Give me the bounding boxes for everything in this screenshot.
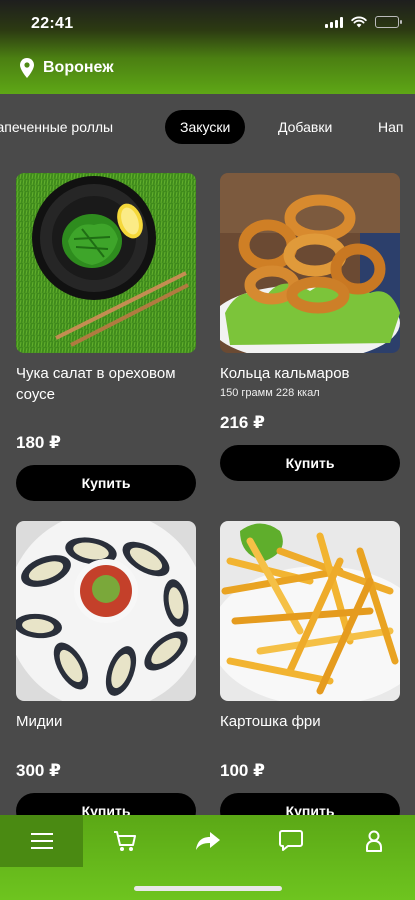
location-selector[interactable]: Воронеж bbox=[20, 58, 114, 78]
product-card[interactable]: Картошка фри 100 ₽ Купить bbox=[220, 521, 400, 829]
menu-icon bbox=[30, 833, 53, 849]
product-price: 216 ₽ bbox=[220, 413, 265, 432]
category-tabs[interactable]: Запеченные роллы Закуски Добавки Нап bbox=[0, 110, 415, 146]
product-meta bbox=[16, 407, 196, 421]
nav-profile[interactable] bbox=[332, 815, 415, 867]
product-photo-chuka[interactable] bbox=[16, 173, 196, 353]
product-photo-squid-rings[interactable] bbox=[220, 173, 400, 353]
product-meta: 150 грамм 228 ккал bbox=[220, 387, 320, 399]
app-header: 22:41 Воронеж bbox=[0, 0, 415, 94]
buy-button[interactable]: Купить bbox=[16, 465, 196, 501]
city-name: Воронеж bbox=[43, 59, 114, 76]
nav-chat[interactable] bbox=[249, 815, 332, 867]
nav-cart[interactable] bbox=[83, 815, 166, 867]
tab-drinks[interactable]: Нап bbox=[378, 110, 403, 144]
share-icon bbox=[195, 832, 220, 850]
tab-snacks[interactable]: Закуски bbox=[165, 110, 246, 144]
product-price: 300 ₽ bbox=[16, 761, 61, 780]
product-price: 100 ₽ bbox=[220, 761, 265, 780]
wifi-icon bbox=[351, 16, 367, 28]
product-price: 180 ₽ bbox=[16, 433, 61, 452]
product-photo-fries[interactable] bbox=[220, 521, 400, 701]
product-meta bbox=[220, 735, 400, 749]
product-photo-mussels[interactable] bbox=[16, 521, 196, 701]
product-card[interactable]: Кольца кальмаров 150 грамм 228 ккал 216 … bbox=[220, 173, 400, 481]
buy-button[interactable]: Купить bbox=[220, 445, 400, 481]
profile-icon bbox=[365, 830, 382, 852]
status-time: 22:41 bbox=[31, 15, 74, 32]
signal-icon bbox=[325, 16, 343, 28]
battery-icon bbox=[375, 16, 402, 28]
home-indicator bbox=[134, 886, 282, 891]
location-pin-icon bbox=[20, 58, 34, 78]
nav-share[interactable] bbox=[166, 815, 249, 867]
nav-menu[interactable] bbox=[0, 815, 83, 867]
status-bar: 22:41 bbox=[0, 0, 415, 44]
product-card[interactable]: Мидии 300 ₽ Купить bbox=[16, 521, 196, 829]
status-icons bbox=[325, 16, 402, 28]
tab-baked-rolls[interactable]: Запеченные роллы bbox=[0, 110, 113, 144]
product-card[interactable]: Чука салат в ореховом соусе 180 ₽ Купить bbox=[16, 173, 196, 501]
chat-icon bbox=[278, 830, 303, 851]
product-meta bbox=[16, 735, 196, 749]
product-name: Чука салат в ореховом соусе bbox=[16, 365, 176, 403]
tab-additions[interactable]: Добавки bbox=[278, 110, 332, 144]
cart-icon bbox=[113, 831, 136, 851]
